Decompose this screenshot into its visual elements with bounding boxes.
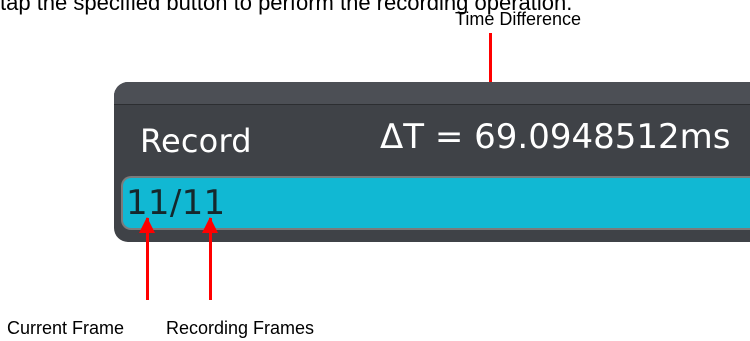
current-frame-label: Current Frame [7,318,125,338]
recording-frames-arrow [202,217,218,300]
record-title: Record [140,122,252,160]
intro-text: tap the specified button to perform the … [0,0,573,15]
recording-frames-label: Recording Frames [166,318,315,338]
delta-t-readout: ΔT = 69.0948512ms [380,117,731,157]
time-difference-label: Time Difference [455,9,582,29]
current-frame-arrow [139,217,155,300]
panel-top-strip [114,82,750,105]
